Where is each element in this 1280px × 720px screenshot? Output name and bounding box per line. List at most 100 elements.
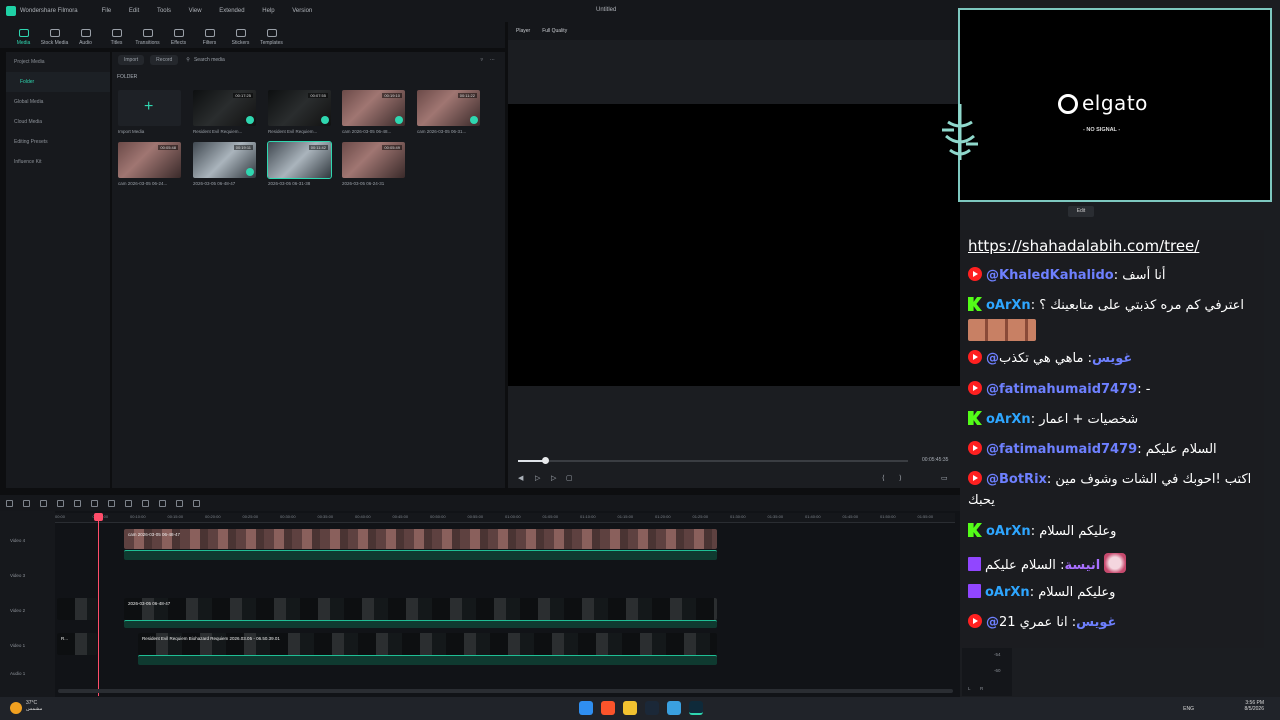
clip-small-v2[interactable] — [57, 598, 97, 620]
clip-cam-audio[interactable] — [124, 550, 717, 560]
split-icon[interactable] — [91, 499, 98, 507]
youtube-icon — [968, 614, 982, 628]
import-button[interactable]: Import — [118, 55, 145, 65]
ruler-tick-label: 01:20:00 — [655, 514, 671, 519]
menu-extended[interactable]: Extended — [219, 8, 244, 14]
ai-icon[interactable] — [193, 499, 200, 507]
stabilize-icon[interactable] — [176, 499, 183, 507]
speed-icon[interactable] — [142, 499, 149, 507]
brave-icon[interactable] — [601, 701, 615, 715]
edit-button[interactable]: Edit — [1068, 206, 1094, 217]
sidebar-item-influence-kit[interactable]: Influence Kit — [6, 152, 110, 172]
stock-media-icon — [49, 29, 60, 37]
chat-message: oArXn: شخصيات + اعمار — [968, 411, 1260, 429]
chat-link[interactable]: https://shahadalabih.com/tree/ — [968, 237, 1260, 255]
menu-edit[interactable]: Edit — [129, 8, 139, 14]
redo-icon[interactable] — [57, 499, 64, 507]
track-label-video4: Video 4 — [10, 538, 26, 543]
check-icon — [470, 116, 478, 124]
clip-game[interactable]: 2026-03-05 06-48-47 — [124, 598, 717, 620]
filter-icon[interactable]: ▿ — [480, 57, 483, 63]
tool-media[interactable]: Media — [8, 29, 39, 48]
tool-stickers[interactable]: Stickers — [225, 29, 256, 48]
ruler-tick-label: 01:40:00 — [805, 514, 821, 519]
select-icon[interactable] — [23, 499, 30, 507]
media-thumb[interactable]: 00:05:49 — [342, 142, 405, 178]
tool-effects[interactable]: Effects — [163, 29, 194, 48]
color-icon[interactable] — [159, 499, 166, 507]
menu-help[interactable]: Help — [262, 8, 274, 14]
more-icon[interactable]: ⋯ — [490, 57, 495, 63]
play-icon[interactable]: ▷ — [535, 474, 540, 482]
import-media-tile[interactable]: + — [118, 90, 181, 126]
sidebar-item-project-media[interactable]: Project Media — [6, 52, 110, 72]
tool-stock-media[interactable]: Stock Media — [39, 29, 70, 48]
text-icon[interactable] — [108, 499, 115, 507]
stop-icon[interactable]: ▢ — [566, 474, 573, 482]
media-thumb[interactable]: 00:19:10 — [342, 90, 405, 126]
chat-message: @fatimahumaid7479: - — [968, 381, 1260, 399]
app-icon[interactable] — [667, 701, 681, 715]
delete-icon[interactable] — [74, 499, 81, 507]
menu-tools[interactable]: Tools — [157, 8, 171, 14]
layout-icon[interactable] — [6, 499, 13, 507]
media-thumb[interactable]: 00:17:25 — [193, 90, 256, 126]
media-panel: Import Record ⚲ Search media ▿ ⋯ FOLDER … — [112, 52, 505, 488]
templates-icon — [266, 29, 277, 37]
file-explorer-icon[interactable] — [623, 701, 637, 715]
sidebar-item-cloud-media[interactable]: Cloud Media — [6, 112, 110, 132]
prev-frame-icon[interactable]: ◀ — [518, 474, 523, 482]
sidebar-item-folder[interactable]: Folder — [6, 72, 110, 92]
crop-icon[interactable] — [125, 499, 132, 507]
kick-icon — [968, 523, 982, 537]
media-thumb[interactable]: 00:05:48 — [118, 142, 181, 178]
menu-view[interactable]: View — [189, 8, 202, 14]
windows-start-icon[interactable] — [579, 701, 593, 715]
tool-titles[interactable]: Titles — [101, 29, 132, 48]
filters-icon — [204, 29, 215, 37]
record-button[interactable]: Record — [150, 55, 179, 65]
player-scrubber[interactable] — [518, 460, 908, 462]
next-icon[interactable]: ▷ — [551, 474, 556, 482]
clip-game-audio[interactable] — [124, 620, 717, 628]
search-input[interactable]: Search media — [194, 57, 225, 63]
timeline-scrollbar[interactable] — [58, 689, 953, 693]
playhead-handle[interactable] — [94, 513, 103, 521]
ruler-tick-label: 01:00:00 — [505, 514, 521, 519]
filmora-taskbar-icon[interactable] — [689, 701, 703, 715]
menu-file[interactable]: File — [102, 8, 112, 14]
display-icon[interactable]: ▭ — [941, 474, 948, 482]
tool-filters[interactable]: Filters — [194, 29, 225, 48]
mark-in-icon[interactable]: ⟨ — [882, 474, 885, 482]
quality-select[interactable]: Full Quality — [542, 28, 567, 34]
tool-audio[interactable]: Audio — [70, 29, 101, 48]
tool-templates[interactable]: Templates — [256, 29, 287, 48]
ruler-tick-label: 00:35:00 — [317, 514, 334, 519]
menu-version[interactable]: Version — [292, 8, 312, 14]
scrubber-handle[interactable] — [542, 457, 549, 464]
playhead[interactable] — [98, 513, 99, 696]
tool-transitions[interactable]: Transitions — [132, 29, 163, 48]
system-tray[interactable]: ENG 3:56 PM 8/5/2026 — [1183, 700, 1264, 712]
mark-out-icon[interactable]: ⟩ — [899, 474, 902, 482]
clip-main-audio[interactable] — [138, 655, 717, 665]
timeline-ruler[interactable]: 00:0000:05:0000:10:0000:15:0000:20:0000:… — [55, 513, 955, 523]
clip-small-v1[interactable]: R... — [57, 633, 97, 655]
weather-widget[interactable]: 37°C مشمس — [26, 700, 42, 712]
filmora-logo-icon — [6, 6, 16, 16]
clip-main[interactable]: Resident Evil Requiem Biohazard Requiem … — [138, 633, 717, 655]
player-header: Player Full Quality — [508, 22, 960, 40]
steam-icon[interactable] — [645, 701, 659, 715]
sidebar-item-global-media[interactable]: Global Media — [6, 92, 110, 112]
undo-icon[interactable] — [40, 499, 47, 507]
clip-cam[interactable]: cam 2026-03-05 06-48-47 — [124, 529, 717, 549]
media-thumb[interactable]: 00:07:55 — [268, 90, 331, 126]
media-thumb[interactable]: 00:11:22 — [417, 90, 480, 126]
sidebar-item-editing-presets[interactable]: Editing Presets — [6, 132, 110, 152]
elgato-logo-icon — [1058, 94, 1078, 114]
media-thumb-selected[interactable]: 00:11:42 — [267, 141, 332, 179]
media-thumb[interactable]: 00:19:11 — [193, 142, 256, 178]
ruler-tick-label: 00:45:00 — [392, 514, 409, 519]
language-indicator[interactable]: ENG — [1183, 706, 1194, 712]
player-preview[interactable] — [508, 104, 960, 386]
